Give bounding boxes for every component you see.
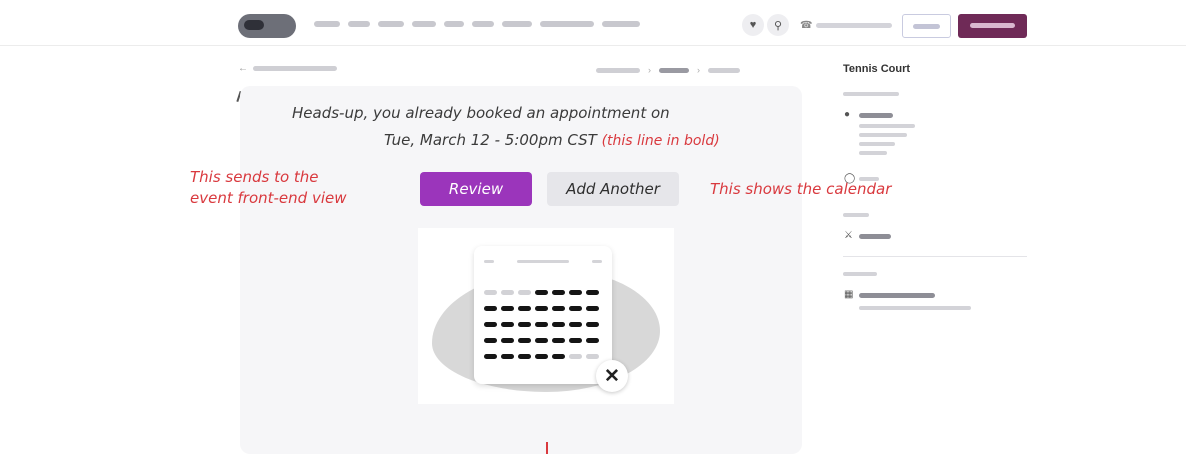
booked-datetime: Tue, March 12 - 5:00pm CST bbox=[384, 131, 597, 149]
nav-link[interactable] bbox=[444, 21, 464, 27]
appointment-time-range bbox=[859, 306, 971, 310]
calendar-icon bbox=[474, 246, 612, 384]
location-section-label bbox=[843, 92, 899, 96]
breadcrumb: › › bbox=[596, 65, 740, 75]
arrow-left-icon: ← bbox=[238, 63, 248, 74]
date-section-label bbox=[843, 272, 877, 276]
add-another-button[interactable]: Add Another bbox=[547, 172, 679, 206]
nav-link[interactable] bbox=[502, 21, 532, 27]
search-icon[interactable]: ⚲ bbox=[767, 14, 789, 36]
calendar-small-icon: ▦ bbox=[844, 289, 854, 300]
close-icon: ✕ bbox=[596, 360, 628, 392]
review-annotation-line-1: This sends to the bbox=[190, 168, 319, 186]
location-pin-icon: ● bbox=[844, 109, 851, 120]
breadcrumb-item[interactable] bbox=[708, 67, 740, 73]
address-line bbox=[859, 124, 915, 128]
nav-link[interactable] bbox=[540, 21, 594, 27]
calendar-grid bbox=[484, 290, 599, 359]
review-button[interactable]: Review bbox=[420, 172, 532, 206]
breadcrumb-item[interactable] bbox=[596, 67, 640, 73]
directions-link[interactable] bbox=[859, 177, 879, 181]
bold-note-annotation: (this line in bold) bbox=[601, 133, 720, 149]
phone-icon: ☎ bbox=[800, 20, 813, 31]
court-icon: ⚔ bbox=[844, 230, 853, 241]
calendar-illustration: ✕ bbox=[418, 228, 674, 404]
back-link-label bbox=[253, 66, 337, 71]
breadcrumb-item[interactable] bbox=[659, 67, 689, 73]
annotation-arrow bbox=[546, 442, 548, 454]
nav-link[interactable] bbox=[412, 21, 436, 27]
court-section-label bbox=[843, 213, 869, 217]
nav-link[interactable] bbox=[602, 21, 640, 27]
already-booked-message: Heads-up, you already booked an appointm… bbox=[292, 104, 670, 122]
address-line bbox=[859, 151, 887, 155]
venue-name bbox=[859, 113, 893, 118]
address-line bbox=[859, 142, 895, 146]
chevron-right-icon: › bbox=[697, 65, 700, 75]
sidebar-title: Tennis Court bbox=[843, 63, 911, 75]
brand-logo[interactable] bbox=[238, 14, 296, 38]
sidebar-divider bbox=[843, 256, 1027, 257]
nav-link[interactable] bbox=[378, 21, 404, 27]
sign-in-button[interactable] bbox=[902, 14, 951, 38]
address-line bbox=[859, 133, 907, 137]
contact-us-button[interactable] bbox=[958, 14, 1027, 38]
review-annotation-line-2: event front-end view bbox=[190, 189, 347, 207]
chevron-right-icon: › bbox=[648, 65, 651, 75]
nav-link[interactable] bbox=[472, 21, 494, 27]
nav-link[interactable] bbox=[314, 21, 340, 27]
appointment-date bbox=[859, 293, 935, 298]
booked-datetime-line: Tue, March 12 - 5:00pm CST (this line in… bbox=[384, 131, 720, 149]
back-link[interactable]: ← bbox=[238, 63, 337, 74]
review-annotation: This sends to the event front-end view bbox=[190, 167, 346, 209]
calendar-annotation: This shows the calendar bbox=[710, 180, 892, 198]
heart-icon[interactable]: ♥ bbox=[742, 14, 764, 36]
nav-link[interactable] bbox=[348, 21, 370, 27]
main-nav bbox=[314, 21, 640, 27]
top-navigation-bar: ♥ ⚲ ☎ bbox=[0, 0, 1186, 46]
phone-number[interactable] bbox=[816, 23, 892, 28]
globe-icon: ◯ bbox=[844, 173, 856, 184]
calendar-header bbox=[484, 260, 602, 263]
court-value bbox=[859, 234, 891, 239]
